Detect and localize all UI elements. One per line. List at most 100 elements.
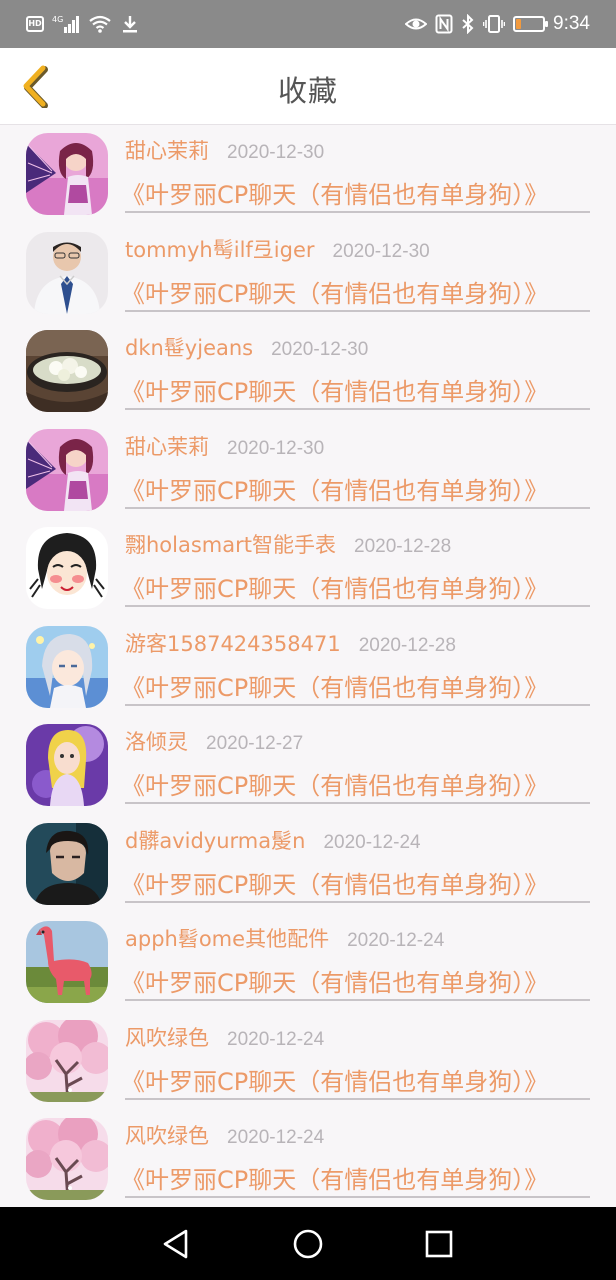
chatroom-title[interactable]: 《叶罗丽CP聊天（有情侣也有单身狗）》 (121, 1160, 590, 1195)
wifi-icon (88, 14, 112, 34)
chatroom-title[interactable]: 《叶罗丽CP聊天（有情侣也有单身狗）》 (121, 865, 590, 900)
avatar[interactable] (26, 1019, 108, 1102)
user-name: tommyh髩ilf弖iger (125, 237, 315, 262)
chatroom-title[interactable]: 《叶罗丽CP聊天（有情侣也有单身狗）》 (121, 963, 590, 998)
name-row: d髒avidyurma髲n 2020-12-24 (125, 825, 590, 861)
name-row: apph髫ome其他配件 2020-12-24 (125, 923, 590, 959)
avatar[interactable] (26, 428, 108, 511)
avatar-image (26, 330, 108, 412)
status-bar: HD 4G 9:34 (0, 0, 616, 48)
favorite-item[interactable]: tommyh髩ilf弖iger 2020-12-30 《叶罗丽CP聊天（有情侣也… (0, 224, 616, 323)
item-text: 甜心茉莉 2020-12-30 《叶罗丽CP聊天（有情侣也有单身狗）》 (121, 135, 590, 213)
favorite-item[interactable]: 翲holasmart智能手表 2020-12-28 《叶罗丽CP聊天（有情侣也有… (0, 519, 616, 618)
favorite-date: 2020-12-30 (227, 142, 325, 163)
avatar-image (26, 625, 108, 708)
chatroom-title[interactable]: 《叶罗丽CP聊天（有情侣也有单身狗）》 (121, 471, 590, 506)
favorite-item[interactable]: dkn髰yjeans 2020-12-30 《叶罗丽CP聊天（有情侣也有单身狗）… (0, 322, 616, 421)
avatar-image (26, 724, 108, 806)
favorite-date: 2020-12-24 (227, 1127, 325, 1148)
avatar[interactable] (26, 724, 108, 806)
avatar-image (26, 1019, 108, 1102)
battery-level (516, 19, 522, 29)
chatroom-title[interactable]: 《叶罗丽CP聊天（有情侣也有单身狗）》 (121, 766, 590, 801)
favorite-item[interactable]: 甜心茉莉 2020-12-30 《叶罗丽CP聊天（有情侣也有单身狗）》 (0, 421, 616, 520)
user-name: 游客1587424358471 (125, 631, 341, 656)
avatar[interactable] (26, 921, 108, 1003)
favorite-item[interactable]: d髒avidyurma髲n 2020-12-24 《叶罗丽CP聊天（有情侣也有单… (0, 815, 616, 914)
name-row: 翲holasmart智能手表 2020-12-28 (125, 529, 590, 565)
nav-recents-button[interactable] (422, 1227, 456, 1261)
user-name: 甜心茉莉 (125, 139, 209, 163)
avatar[interactable] (26, 1118, 108, 1200)
eye-comfort-icon (405, 14, 428, 34)
favorite-date: 2020-12-30 (227, 437, 325, 459)
name-row: dkn髰yjeans 2020-12-30 (125, 332, 590, 368)
user-name: 甜心茉莉 (125, 434, 209, 459)
favorite-item[interactable]: 游客1587424358471 2020-12-28 《叶罗丽CP聊天（有情侣也… (0, 618, 616, 717)
item-text: tommyh髩ilf弖iger 2020-12-30 《叶罗丽CP聊天（有情侣也… (121, 234, 590, 312)
status-left: HD 4G (26, 13, 140, 35)
user-name: 风吹绿色 (125, 1025, 209, 1050)
avatar[interactable] (26, 231, 108, 314)
home-circle-icon (293, 1229, 323, 1259)
nav-home-button[interactable] (291, 1227, 325, 1261)
user-name: 翲holasmart智能手表 (125, 533, 336, 557)
favorite-date: 2020-12-24 (347, 930, 445, 951)
item-text: 翲holasmart智能手表 2020-12-28 《叶罗丽CP聊天（有情侣也有… (121, 529, 590, 607)
signal-icon: 4G (52, 14, 80, 34)
status-right: 9:34 (405, 13, 590, 35)
item-text: 风吹绿色 2020-12-24 《叶罗丽CP聊天（有情侣也有单身狗）》 (121, 1120, 590, 1198)
name-row: 甜心茉莉 2020-12-30 (125, 431, 590, 467)
favorite-item[interactable]: 洛倾灵 2020-12-27 《叶罗丽CP聊天（有情侣也有单身狗）》 (0, 716, 616, 815)
favorite-date: 2020-12-24 (227, 1028, 325, 1050)
item-text: 风吹绿色 2020-12-24 《叶罗丽CP聊天（有情侣也有单身狗）》 (121, 1022, 590, 1100)
favorite-date: 2020-12-30 (332, 240, 430, 262)
favorite-date: 2020-12-28 (354, 536, 452, 557)
name-row: 游客1587424358471 2020-12-28 (125, 628, 590, 664)
avatar[interactable] (26, 822, 108, 905)
chatroom-title[interactable]: 《叶罗丽CP聊天（有情侣也有单身狗）》 (121, 569, 590, 604)
page-title: 收藏 (277, 74, 338, 108)
header: 收藏 (0, 48, 616, 125)
avatar-image (26, 1118, 108, 1200)
favorite-date: 2020-12-30 (271, 339, 369, 360)
bluetooth-icon (461, 14, 475, 34)
network-type-label: 4G (52, 15, 63, 24)
item-text: 游客1587424358471 2020-12-28 《叶罗丽CP聊天（有情侣也… (121, 628, 590, 706)
user-name: dkn髰yjeans (125, 336, 254, 360)
item-text: 甜心茉莉 2020-12-30 《叶罗丽CP聊天（有情侣也有单身狗）》 (121, 431, 590, 509)
item-text: 洛倾灵 2020-12-27 《叶罗丽CP聊天（有情侣也有单身狗）》 (121, 726, 590, 804)
favorite-date: 2020-12-24 (323, 831, 421, 853)
name-row: 甜心茉莉 2020-12-30 (125, 135, 590, 171)
recents-square-icon (425, 1230, 453, 1258)
download-icon (120, 14, 140, 34)
back-triangle-icon (163, 1229, 188, 1259)
user-name: apph髫ome其他配件 (125, 927, 330, 951)
avatar-image (26, 822, 108, 905)
nav-back-button[interactable] (159, 1227, 193, 1261)
avatar[interactable] (26, 133, 108, 215)
chatroom-title[interactable]: 《叶罗丽CP聊天（有情侣也有单身狗）》 (121, 668, 590, 703)
favorite-item[interactable]: 甜心茉莉 2020-12-30 《叶罗丽CP聊天（有情侣也有单身狗）》 (0, 125, 616, 224)
avatar[interactable] (26, 527, 108, 609)
chatroom-title[interactable]: 《叶罗丽CP聊天（有情侣也有单身狗）》 (121, 274, 590, 309)
name-row: 洛倾灵 2020-12-27 (125, 726, 590, 762)
favorite-date: 2020-12-28 (358, 634, 456, 656)
favorite-item[interactable]: apph髫ome其他配件 2020-12-24 《叶罗丽CP聊天（有情侣也有单身… (0, 913, 616, 1012)
favorite-item[interactable]: 风吹绿色 2020-12-24 《叶罗丽CP聊天（有情侣也有单身狗）》 (0, 1012, 616, 1111)
user-name: d髒avidyurma髲n (125, 828, 306, 853)
favorite-date: 2020-12-27 (206, 733, 304, 754)
chatroom-title[interactable]: 《叶罗丽CP聊天（有情侣也有单身狗）》 (121, 175, 590, 210)
vibrate-icon (483, 14, 506, 34)
chatroom-title[interactable]: 《叶罗丽CP聊天（有情侣也有单身狗）》 (121, 1062, 590, 1097)
avatar[interactable] (26, 625, 108, 708)
avatar-image (26, 133, 108, 215)
chatroom-title[interactable]: 《叶罗丽CP聊天（有情侣也有单身狗）》 (121, 372, 590, 407)
hd-icon: HD (26, 16, 44, 32)
item-text: apph髫ome其他配件 2020-12-24 《叶罗丽CP聊天（有情侣也有单身… (121, 923, 590, 1001)
favorite-item[interactable]: 风吹绿色 2020-12-24 《叶罗丽CP聊天（有情侣也有单身狗）》 (0, 1110, 616, 1209)
avatar-image (26, 231, 108, 314)
avatar[interactable] (26, 330, 108, 412)
item-text: d髒avidyurma髲n 2020-12-24 《叶罗丽CP聊天（有情侣也有单… (121, 825, 590, 903)
favorites-list: 甜心茉莉 2020-12-30 《叶罗丽CP聊天（有情侣也有单身狗）》 tomm… (0, 125, 616, 1209)
